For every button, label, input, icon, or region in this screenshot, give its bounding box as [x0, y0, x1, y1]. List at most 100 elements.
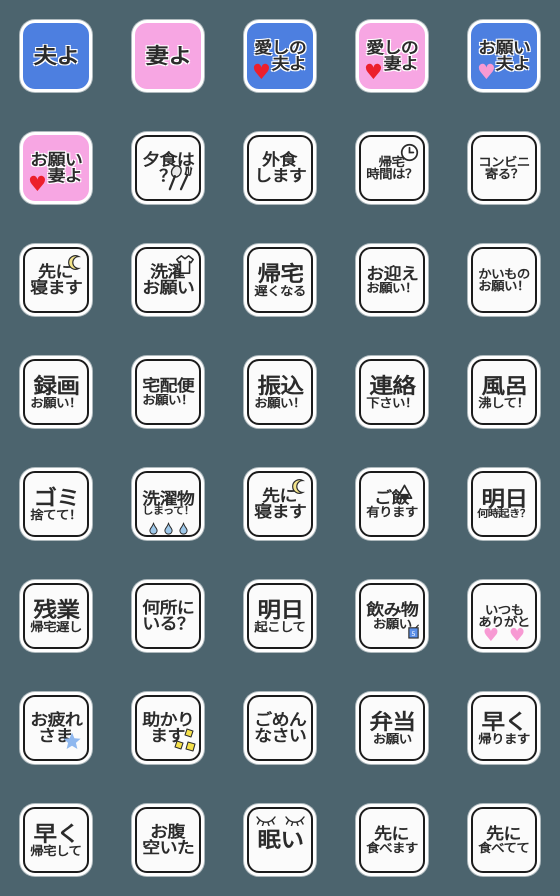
sticker-text: 夫よ: [23, 43, 89, 68]
sticker-cell: ご飯 有ります: [336, 448, 448, 560]
sticker-line: お願い！: [366, 281, 418, 295]
sticker-cell: 何所に いる？: [112, 560, 224, 672]
sticker-cell: 帰宅 時間は？: [336, 112, 448, 224]
sticker-line: ありがと: [478, 615, 530, 629]
sticker-tile[interactable]: 録画 お願い！: [20, 356, 92, 428]
sticker-tile[interactable]: 宅配便 お願い！: [132, 356, 204, 428]
sticker-line: 下さい！: [366, 395, 418, 410]
sticker-cell: 愛しの 妻よ ♥: [336, 0, 448, 112]
sticker-tile[interactable]: ご飯 有ります: [356, 468, 428, 540]
sticker-cell: 振込 お願い！: [224, 336, 336, 448]
sticker-text: お迎え お願い！: [359, 266, 425, 295]
sticker-line: 妻よ: [29, 166, 83, 185]
sticker-line: 連絡: [369, 373, 415, 398]
heart-pink-icon: ♥: [509, 625, 526, 646]
sticker-tile[interactable]: 連絡 下さい！: [356, 356, 428, 428]
sticker-line: お願い: [141, 278, 195, 297]
sticker-cell: 洗濯物 しまって！: [112, 448, 224, 560]
sticker-text: ごめん なさい: [247, 712, 313, 744]
sticker-tile[interactable]: 愛しの 妻よ ♥: [356, 20, 428, 92]
sticker-line: 早く: [481, 709, 527, 734]
sticker-cell: お願い 夫よ ♥: [448, 0, 560, 112]
sticker-tile[interactable]: 明日 起こして: [244, 580, 316, 652]
sticker-line: 時間は？: [366, 167, 418, 181]
sticker-text: 先に 寝ます: [247, 488, 313, 520]
sticker-text: 風呂 沸して！: [471, 375, 537, 409]
sticker-text: 先に 食べます: [359, 826, 425, 855]
sticker-tile[interactable]: 外食 します: [244, 132, 316, 204]
sticker-tile[interactable]: 先に 寝ます: [244, 468, 316, 540]
sticker-tile[interactable]: いつも ありがと ♥ ♥: [468, 580, 540, 652]
svg-text:5: 5: [411, 630, 415, 638]
sticker-tile[interactable]: 夫よ: [20, 20, 92, 92]
sticker-text: いつも ありがと: [471, 604, 537, 628]
sticker-line: 弁当: [369, 709, 415, 734]
sticker-tile[interactable]: ごめん なさい: [244, 692, 316, 764]
sticker-tile[interactable]: お願い 妻よ ♥: [20, 132, 92, 204]
sticker-line: 遅くなる: [254, 283, 306, 298]
sticker-text: 何所に いる？: [135, 600, 201, 632]
sticker-tile[interactable]: 何所に いる？: [132, 580, 204, 652]
sticker-line: 夫よ: [477, 54, 531, 73]
sticker-tile[interactable]: 早く 帰宅して: [20, 804, 92, 876]
sticker-line: 妻よ: [365, 54, 419, 73]
sticker-tile[interactable]: 洗濯 お願い: [132, 244, 204, 316]
sticker-text: 連絡 下さい！: [359, 373, 425, 410]
sticker-line: お願い: [372, 617, 412, 631]
sticker-cell: 先に 食べてて: [448, 784, 560, 896]
sticker-tile[interactable]: お疲れ さま: [20, 692, 92, 764]
sticker-text: コンビニ 寄る？: [471, 156, 537, 180]
sticker-text: お願い 夫よ: [471, 40, 537, 72]
sticker-line: さま: [38, 726, 74, 745]
sticker-tile[interactable]: 先に 食べます: [356, 804, 428, 876]
sticker-text: 先に 寝ます: [23, 264, 89, 296]
sticker-tile[interactable]: 明日 何時起き？: [468, 468, 540, 540]
sticker-tile[interactable]: 風呂 沸して！: [468, 356, 540, 428]
sticker-tile[interactable]: 洗濯物 しまって！: [132, 468, 204, 540]
sticker-cell: 明日 何時起き？: [448, 448, 560, 560]
sticker-tile[interactable]: 飲み物 お願い 5: [356, 580, 428, 652]
sticker-line: 食べてて: [478, 841, 531, 855]
sticker-tile[interactable]: お願い 夫よ ♥: [468, 20, 540, 92]
sticker-tile[interactable]: 愛しの 夫よ ♥: [244, 20, 316, 92]
sticker-text: 振込 お願い！: [247, 375, 313, 409]
sticker-text: 早く 帰ります: [471, 709, 537, 745]
sticker-tile[interactable]: 先に 寝ます: [20, 244, 92, 316]
sticker-line: ます: [150, 726, 186, 745]
sticker-text: 愛しの 妻よ: [359, 40, 425, 72]
sticker-tile[interactable]: お腹 空いた: [132, 804, 204, 876]
sticker-line: 捨てて！: [30, 507, 82, 522]
sticker-cell: 先に 寝ます: [224, 448, 336, 560]
sticker-tile[interactable]: 早く 帰ります: [468, 692, 540, 764]
sticker-line: いる？: [141, 614, 195, 633]
sticker-tile[interactable]: コンビニ 寄る？: [468, 132, 540, 204]
sticker-cell: 宅配便 お願い！: [112, 336, 224, 448]
sticker-tile[interactable]: 妻よ: [132, 20, 204, 92]
sticker-cell: 連絡 下さい！: [336, 336, 448, 448]
sticker-text: 明日 起こして: [247, 599, 313, 634]
sticker-tile[interactable]: 弁当 お願い: [356, 692, 428, 764]
sticker-line: 夫よ: [33, 43, 79, 68]
sticker-tile[interactable]: かいもの お願い！: [468, 244, 540, 316]
sticker-tile[interactable]: 帰宅 時間は？: [356, 132, 428, 204]
sticker-tile[interactable]: 振込 お願い！: [244, 356, 316, 428]
sticker-line: 眠い: [257, 827, 303, 852]
sticker-line: 先に: [486, 824, 522, 843]
sticker-tile[interactable]: 帰宅 遅くなる: [244, 244, 316, 316]
sticker-line: 妻よ: [145, 43, 191, 68]
sticker-tile[interactable]: お迎え お願い！: [356, 244, 428, 316]
sticker-tile[interactable]: 夕食は？: [132, 132, 204, 204]
sticker-tile[interactable]: 眠い: [244, 804, 316, 876]
sticker-tile[interactable]: 助かり ます: [132, 692, 204, 764]
sticker-grid: 夫よ 妻よ 愛しの 夫よ ♥ 愛しの 妻よ ♥ お願い 夫よ ♥ お願い 妻よ ♥ 夕食は？外食 しま…: [0, 0, 560, 896]
sticker-tile[interactable]: 先に 食べてて: [468, 804, 540, 876]
sticker-tile[interactable]: 残業 帰宅遅し: [20, 580, 92, 652]
sticker-line: ゴミ: [33, 485, 79, 510]
sticker-tile[interactable]: ゴミ 捨てて！: [20, 468, 92, 540]
sticker-line: 起こして: [254, 619, 306, 634]
sticker-text: 録画 お願い！: [23, 373, 89, 409]
sticker-cell: 愛しの 夫よ ♥: [224, 0, 336, 112]
sticker-line: 録画: [33, 373, 79, 398]
sticker-text: ゴミ 捨てて！: [23, 485, 89, 522]
sticker-cell: コンビニ 寄る？: [448, 112, 560, 224]
